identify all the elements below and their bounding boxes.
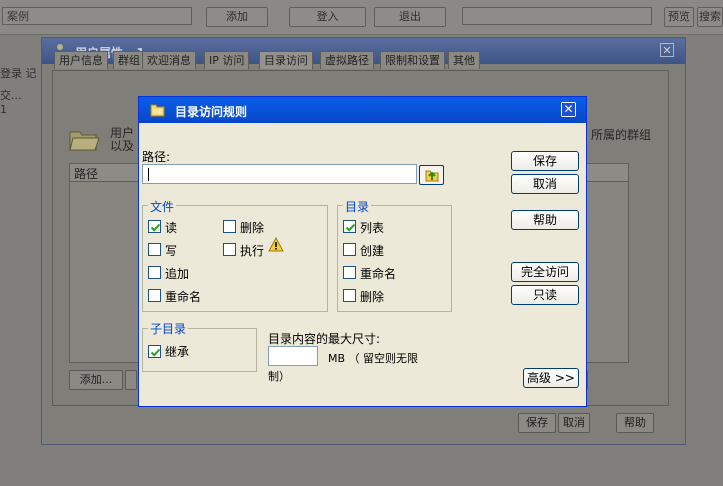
max-size-unit-note: MB （ 留空则无限	[328, 352, 419, 365]
files-legend: 文件	[148, 198, 177, 215]
user-properties-close-button[interactable]: ✕	[660, 43, 674, 57]
background-logout-button: 退出	[374, 7, 446, 27]
file-read-label: 读	[165, 221, 178, 235]
file-execute-label: 执行	[240, 244, 265, 258]
tab-welcome-message[interactable]: 欢迎消息	[142, 51, 196, 69]
tab-directory-access[interactable]: 目录访问	[259, 51, 313, 69]
background-side-label-1: 登录 记	[0, 67, 37, 80]
browse-folder-button[interactable]	[419, 165, 444, 185]
text-caret	[148, 168, 149, 181]
background-add-button: 添加	[206, 7, 268, 27]
user-description-right: 所属的群组	[591, 128, 652, 142]
tab-ip-access[interactable]: IP 访问	[204, 51, 250, 69]
warning-icon	[268, 237, 284, 252]
file-delete-label: 删除	[240, 221, 265, 235]
subdir-inherit-checkbox[interactable]	[148, 345, 161, 358]
dir-delete-label: 删除	[360, 290, 385, 304]
check-icon	[150, 223, 161, 232]
file-delete-checkbox[interactable]	[223, 220, 236, 233]
dialog-titlebar: 目录访问规则 ✕	[139, 97, 586, 123]
dir-rename-label: 重命名	[360, 267, 397, 281]
dialog-close-button[interactable]: ✕	[561, 102, 576, 117]
background-combo: 案例	[2, 7, 192, 25]
background-login-button: 登入	[289, 7, 366, 27]
background-side-label-3: 1	[0, 103, 7, 116]
user-add-button[interactable]: 添加...	[69, 370, 123, 390]
user-description-left-2: 以及	[110, 139, 135, 153]
background-preview-button: 预览	[664, 7, 694, 27]
folder-icon	[69, 131, 100, 151]
dir-create-label: 创建	[360, 244, 385, 258]
file-write-checkbox[interactable]	[148, 243, 161, 256]
read-only-button[interactable]: 只读	[511, 285, 579, 305]
check-icon	[345, 223, 356, 232]
check-icon	[150, 348, 161, 357]
file-read-checkbox[interactable]	[148, 220, 161, 233]
background-search-field	[462, 7, 652, 25]
directories-legend: 目录	[343, 198, 372, 215]
advanced-button[interactable]: 高级 >>	[523, 368, 579, 388]
background-toolbar: 案例 添加 登入 退出 预览 搜索	[0, 0, 723, 35]
dialog-title: 目录访问规则	[175, 105, 248, 119]
browse-folder-icon	[425, 170, 439, 182]
user-cancel-button[interactable]: 取消	[558, 413, 590, 433]
dir-rename-checkbox[interactable]	[343, 266, 356, 279]
file-append-label: 追加	[165, 267, 190, 281]
dir-create-checkbox[interactable]	[343, 243, 356, 256]
path-label: 路径:	[142, 150, 171, 164]
file-write-label: 写	[165, 244, 178, 258]
path-input[interactable]	[142, 164, 417, 184]
user-partial-button[interactable]	[125, 370, 137, 390]
tab-virtual-paths[interactable]: 虚拟路径	[320, 51, 374, 69]
subdirectories-legend: 子目录	[148, 320, 189, 337]
background-search-button: 搜索	[697, 7, 723, 27]
background-side-label-2: 交...	[0, 89, 22, 102]
user-help-button[interactable]: 帮助	[616, 413, 654, 433]
help-button[interactable]: 帮助	[511, 210, 579, 230]
file-execute-checkbox[interactable]	[223, 243, 236, 256]
save-button[interactable]: 保存	[511, 151, 579, 171]
file-rename-label: 重命名	[165, 290, 202, 304]
max-size-input[interactable]	[268, 346, 318, 366]
folder-lock-icon	[150, 104, 165, 117]
file-append-checkbox[interactable]	[148, 266, 161, 279]
dir-list-label: 列表	[360, 221, 385, 235]
tab-limits-settings[interactable]: 限制和设置	[380, 51, 445, 69]
path-column-header[interactable]: 路径	[74, 165, 98, 182]
dir-list-checkbox[interactable]	[343, 220, 356, 233]
user-save-button[interactable]: 保存	[518, 413, 556, 433]
max-size-unit-note-2: 制）	[268, 370, 290, 383]
file-rename-checkbox[interactable]	[148, 289, 161, 302]
tab-user-info[interactable]: 用户信息	[54, 51, 108, 69]
full-access-button[interactable]: 完全访问	[511, 262, 579, 282]
tab-other[interactable]: 其他	[448, 51, 480, 69]
dir-delete-checkbox[interactable]	[343, 289, 356, 302]
subdir-inherit-label: 继承	[165, 345, 190, 359]
max-size-label: 目录内容的最大尺寸:	[268, 332, 381, 346]
cancel-button[interactable]: 取消	[511, 174, 579, 194]
background-combo-value: 案例	[7, 10, 29, 23]
close-icon: ✕	[562, 102, 575, 116]
tab-groups[interactable]: 群组	[113, 51, 145, 69]
